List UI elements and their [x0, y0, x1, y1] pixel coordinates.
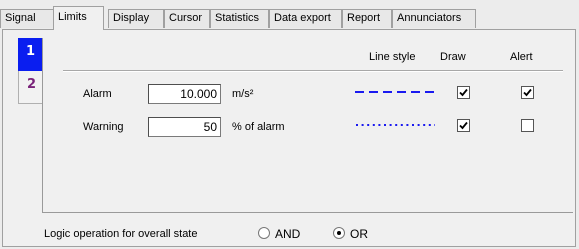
- warning-line-style-dotted[interactable]: [355, 122, 435, 128]
- column-header-alert: Alert: [510, 51, 533, 63]
- logic-and-radio[interactable]: AND: [258, 226, 318, 242]
- warning-label: Warning: [83, 121, 124, 133]
- tab-limits[interactable]: Limits: [53, 6, 104, 30]
- tab-report[interactable]: Report: [342, 9, 392, 28]
- radio-selected-icon: [333, 227, 345, 239]
- warning-draw-checkbox[interactable]: [457, 119, 470, 132]
- warning-unit: % of alarm: [232, 121, 285, 133]
- tab-data-export[interactable]: Data export: [269, 9, 342, 28]
- checkmark-icon: [459, 121, 468, 130]
- radio-unselected-icon: [258, 227, 270, 239]
- tab-annunciators[interactable]: Annunciators: [392, 9, 476, 28]
- checkmark-icon: [523, 88, 532, 97]
- alarm-value-input[interactable]: [148, 84, 221, 104]
- checkmark-icon: [459, 88, 468, 97]
- side-tab-2[interactable]: 2: [18, 71, 42, 104]
- limits-group: Line style Draw Alert Alarm m/s² Warning…: [42, 38, 573, 213]
- column-header-draw: Draw: [440, 51, 466, 63]
- warning-alert-checkbox[interactable]: [521, 119, 534, 132]
- alarm-line-style-dashed[interactable]: [355, 89, 435, 95]
- tab-statistics[interactable]: Statistics: [210, 9, 269, 28]
- alarm-label: Alarm: [83, 88, 112, 100]
- alarm-draw-checkbox[interactable]: [457, 86, 470, 99]
- tab-bar: Signal Limits Display Cursor Statistics …: [0, 0, 579, 30]
- tab-signal[interactable]: Signal: [0, 9, 54, 28]
- alarm-unit: m/s²: [232, 88, 254, 100]
- logic-or-radio[interactable]: OR: [333, 226, 383, 242]
- logic-or-label: OR: [350, 227, 368, 241]
- logic-operation-label: Logic operation for overall state: [44, 228, 198, 240]
- side-tab-1[interactable]: 1: [18, 38, 42, 71]
- alarm-alert-checkbox[interactable]: [521, 86, 534, 99]
- tab-cursor[interactable]: Cursor: [164, 9, 210, 28]
- column-header-line-style: Line style: [369, 51, 416, 63]
- warning-value-input[interactable]: [148, 117, 221, 137]
- tab-display[interactable]: Display: [108, 9, 164, 28]
- logic-and-label: AND: [275, 227, 301, 241]
- header-separator: [63, 70, 563, 72]
